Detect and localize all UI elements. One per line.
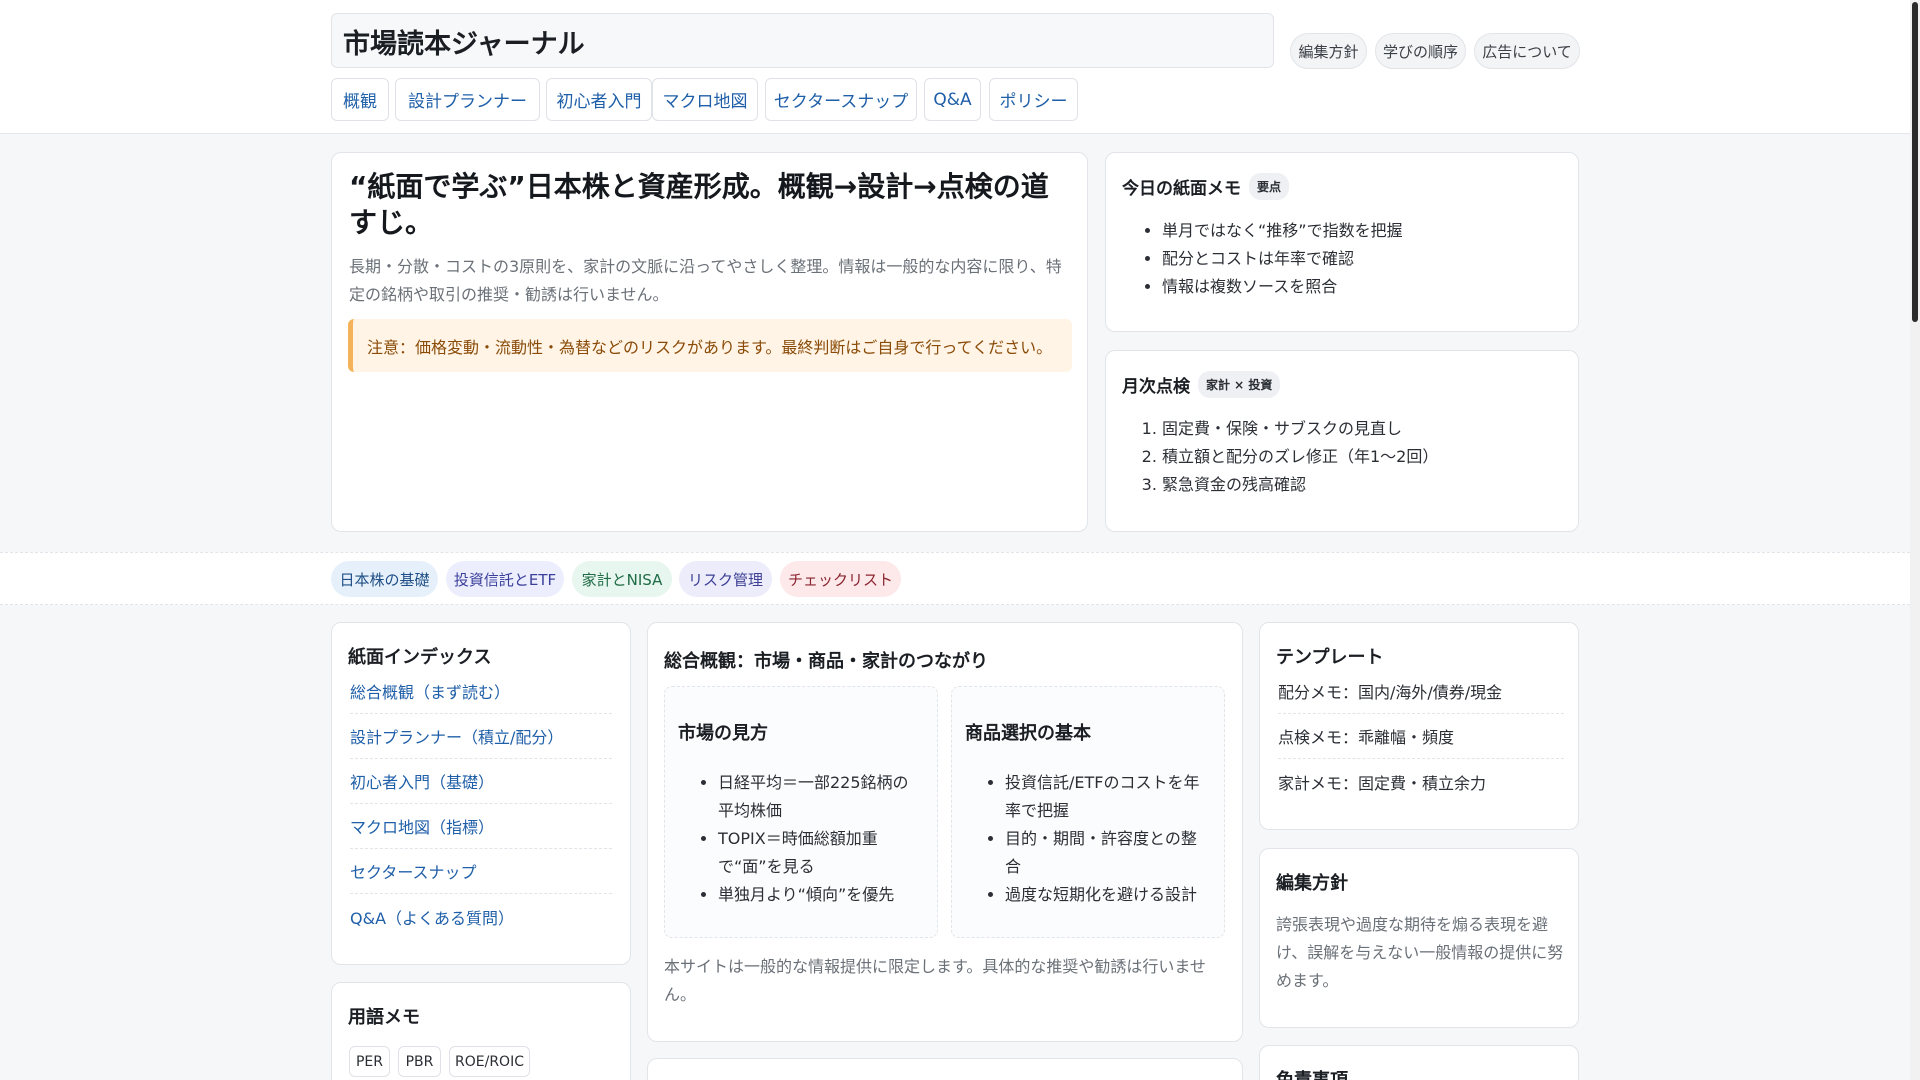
- editorial-policy-body: 誇張表現や過度な期待を煽る表現を避け、誤解を与えない一般情報の提供に努めます。: [1276, 915, 1564, 990]
- list-item: 積立額と配分のズレ修正（年1〜2回）: [1162, 443, 1438, 471]
- product-basics-list: 投資信託/ETFのコストを年率で把握 目的・期間・許容度との整合 過度な短期化を…: [1005, 769, 1210, 909]
- template-item-check[interactable]: 点検メモ：乖離幅・頻度: [1278, 714, 1564, 759]
- list-item: 過度な短期化を避ける設計: [1005, 881, 1210, 909]
- nav-tab-planner[interactable]: 設計プランナー: [395, 78, 540, 121]
- list-item: 単独月より“傾向”を優先: [718, 881, 923, 909]
- daily-memo-tag: 要点: [1249, 173, 1290, 200]
- disclaimer-card: 免責事項: [1259, 1045, 1579, 1080]
- templates-card: テンプレート 配分メモ：国内/海外/債券/現金 点検メモ：乖離幅・頻度 家計メモ…: [1259, 622, 1579, 830]
- page-scrollbar-thumb[interactable]: [1912, 2, 1918, 322]
- list-item: 目的・期間・許容度との整合: [1005, 825, 1210, 881]
- market-view-list: 日経平均＝一部225銘柄の平均株価 TOPIX＝時価総額加重で“面”を見る 単独…: [718, 769, 923, 909]
- monthly-check-title: 月次点検: [1122, 377, 1190, 397]
- term-per[interactable]: PER: [349, 1046, 390, 1077]
- overview-title: 総合概観：市場・商品・家計のつながり: [664, 651, 988, 672]
- list-item: 緊急資金の残高確認: [1162, 471, 1438, 499]
- nav-tab-beginner[interactable]: 初心者入門: [546, 78, 652, 121]
- terms-title: 用語メモ: [348, 1007, 420, 1028]
- index-link-planner[interactable]: 設計プランナー（積立/配分）: [350, 714, 612, 759]
- monthly-check-header: 月次点検 家計 × 投資: [1122, 371, 1281, 398]
- nav-tab-qa[interactable]: Q&A: [924, 78, 981, 121]
- nav-tab-overview[interactable]: 概観: [331, 78, 389, 121]
- risk-warning: 注意：価格変動・流動性・為替などのリスクがあります。最終判断はご自身で行ってくだ…: [348, 319, 1072, 372]
- terms-card: 用語メモ PER PBR ROE/ROIC: [331, 982, 631, 1080]
- daily-memo-title: 今日の紙面メモ: [1122, 179, 1241, 199]
- list-item: 日経平均＝一部225銘柄の平均株価: [718, 769, 923, 825]
- index-link-overview[interactable]: 総合概観（まず読む）: [350, 669, 612, 714]
- monthly-check-list: 固定費・保険・サブスクの見直し 積立額と配分のズレ修正（年1〜2回） 緊急資金の…: [1162, 415, 1438, 499]
- category-chip-household-nisa[interactable]: 家計とNISA: [572, 561, 672, 597]
- index-link-qa[interactable]: Q&A（よくある質問）: [350, 894, 612, 939]
- overview-card: 総合概観：市場・商品・家計のつながり 市場の見方 日経平均＝一部225銘柄の平均…: [647, 622, 1243, 1042]
- index-link-beginner[interactable]: 初心者入門（基礎）: [350, 759, 612, 804]
- hero-lead: 長期・分散・コストの3原則を、家計の文脈に沿ってやさしく整理。情報は一般的な内容…: [349, 257, 1062, 304]
- list-item: 情報は複数ソースを照合: [1162, 273, 1403, 301]
- next-section-card: [647, 1058, 1243, 1080]
- daily-memo-header: 今日の紙面メモ 要点: [1122, 173, 1290, 200]
- list-item: 配分とコストは年率で確認: [1162, 245, 1403, 273]
- category-chip-japan-stocks[interactable]: 日本株の基礎: [331, 561, 438, 597]
- utility-editorial-policy[interactable]: 編集方針: [1290, 33, 1367, 69]
- list-item: 投資信託/ETFのコストを年率で把握: [1005, 769, 1210, 825]
- nav-tab-policy[interactable]: ポリシー: [989, 78, 1078, 121]
- daily-memo-card: 今日の紙面メモ 要点 単月ではなく“推移”で指数を把握 配分とコストは年率で確認…: [1105, 152, 1579, 332]
- hero-card: “紙面で学ぶ”日本株と資産形成。概観→設計→点検の道すじ。 長期・分散・コストの…: [331, 152, 1088, 532]
- monthly-check-tag: 家計 × 投資: [1198, 371, 1281, 398]
- category-chip-checklist[interactable]: チェックリスト: [780, 561, 901, 597]
- term-pbr[interactable]: PBR: [398, 1046, 441, 1077]
- product-basics-title: 商品選択の基本: [965, 723, 1091, 744]
- editorial-policy-card: 編集方針 誇張表現や過度な期待を煽る表現を避け、誤解を与えない一般情報の提供に努…: [1259, 848, 1579, 1028]
- templates-title: テンプレート: [1276, 647, 1384, 668]
- daily-memo-list: 単月ではなく“推移”で指数を把握 配分とコストは年率で確認 情報は複数ソースを照…: [1162, 217, 1403, 301]
- category-strip: 日本株の基礎 投資信託とETF 家計とNISA リスク管理 チェックリスト: [0, 552, 1910, 605]
- disclaimer-title: 免責事項: [1276, 1066, 1348, 1080]
- monthly-check-card: 月次点検 家計 × 投資 固定費・保険・サブスクの見直し 積立額と配分のズレ修正…: [1105, 350, 1579, 532]
- site-title[interactable]: 市場読本ジャーナル: [331, 13, 1274, 68]
- category-chip-funds-etf[interactable]: 投資信託とETF: [446, 561, 564, 597]
- list-item: 単月ではなく“推移”で指数を把握: [1162, 217, 1403, 245]
- overview-disclaimer-note: 本サイトは一般的な情報提供に限定します。具体的な推奨や勧誘は行いません。: [664, 957, 1206, 1004]
- list-item: TOPIX＝時価総額加重で“面”を見る: [718, 825, 923, 881]
- editorial-policy-title: 編集方針: [1276, 873, 1348, 894]
- template-item-allocation[interactable]: 配分メモ：国内/海外/債券/現金: [1278, 669, 1564, 714]
- product-basics-card: 商品選択の基本 投資信託/ETFのコストを年率で把握 目的・期間・許容度との整合…: [951, 686, 1225, 938]
- category-chip-risk-management[interactable]: リスク管理: [679, 561, 772, 597]
- list-item: 固定費・保険・サブスクの見直し: [1162, 415, 1438, 443]
- nav-tab-macro-map[interactable]: マクロ地図: [652, 78, 758, 121]
- site-header: 市場読本ジャーナル 編集方針 学びの順序 広告について 概観 設計プランナー 初…: [0, 0, 1910, 134]
- hero-title: “紙面で学ぶ”日本株と資産形成。概観→設計→点検の道すじ。: [349, 170, 1049, 239]
- index-link-sector-snap[interactable]: セクタースナップ: [350, 849, 612, 894]
- index-title: 紙面インデックス: [348, 647, 492, 668]
- utility-about-ads[interactable]: 広告について: [1474, 33, 1580, 69]
- template-item-household[interactable]: 家計メモ：固定費・積立余力: [1278, 759, 1564, 804]
- index-link-macro-map[interactable]: マクロ地図（指標）: [350, 804, 612, 849]
- market-view-card: 市場の見方 日経平均＝一部225銘柄の平均株価 TOPIX＝時価総額加重で“面”…: [664, 686, 938, 938]
- index-card: 紙面インデックス 総合概観（まず読む） 設計プランナー（積立/配分） 初心者入門…: [331, 622, 631, 965]
- market-view-title: 市場の見方: [678, 723, 768, 744]
- term-roe-roic[interactable]: ROE/ROIC: [449, 1046, 530, 1077]
- utility-learning-order[interactable]: 学びの順序: [1375, 33, 1466, 69]
- nav-tab-sector-snap[interactable]: セクタースナップ: [765, 78, 917, 121]
